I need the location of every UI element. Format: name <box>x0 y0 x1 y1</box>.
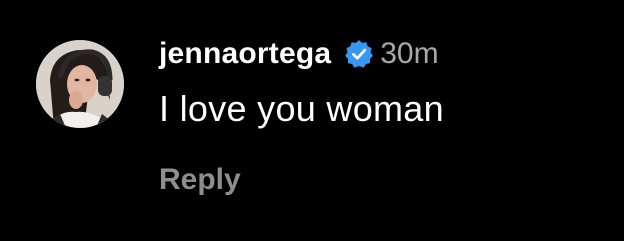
comment-header: jennaortega 30m <box>159 34 439 74</box>
comment-item: jennaortega 30m I love you woman Reply <box>0 0 624 241</box>
comment-text: I love you woman <box>159 88 444 129</box>
reply-button[interactable]: Reply <box>159 163 241 197</box>
profile-photo-icon <box>36 40 124 128</box>
avatar[interactable] <box>36 40 124 128</box>
timestamp: 30m <box>380 37 439 70</box>
username[interactable]: jennaortega <box>159 37 331 71</box>
verified-badge-icon <box>344 39 374 69</box>
